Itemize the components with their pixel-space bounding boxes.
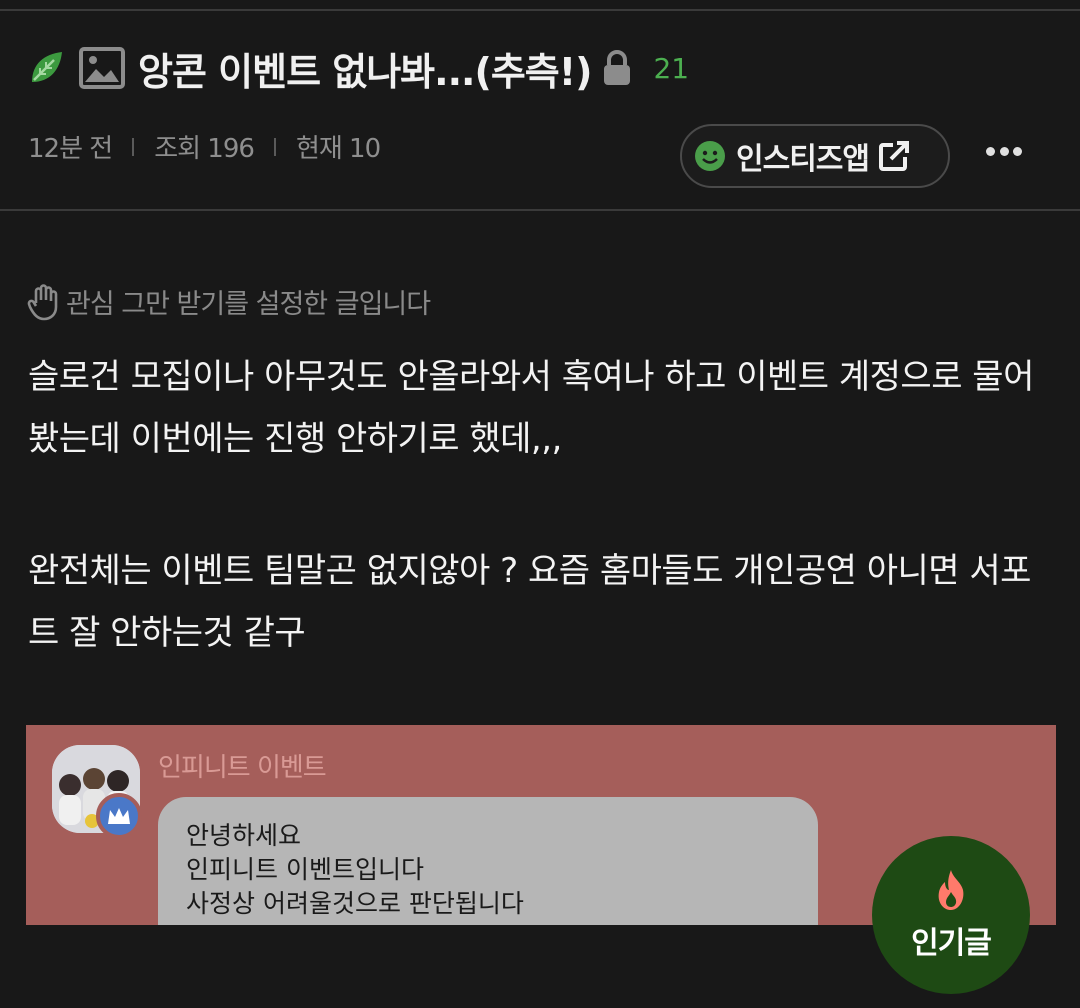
post-view: 앙콘 이벤트 없나봐...(추측!) 21 12분 전 조회 196 현재 10… bbox=[0, 0, 1080, 1008]
post-body-paragraph: 슬로건 모집이나 아무것도 안올라와서 혹여나 하고 이벤트 계정으로 물어봤는… bbox=[28, 357, 1034, 459]
mute-notice: 관심 그만 받기를 설정한 글입니다 bbox=[26, 282, 431, 321]
post-body-paragraph: 완전체는 이벤트 팀말곤 없지않아 ? 요즘 홈마들도 개인공연 아니면 서포트… bbox=[28, 551, 1031, 653]
dot-icon bbox=[999, 146, 1009, 156]
post-title: 앙콘 이벤트 없나봐...(추측!) bbox=[138, 49, 592, 94]
header-divider bbox=[0, 209, 1080, 211]
open-app-button[interactable]: 인스티즈앱 bbox=[680, 124, 950, 188]
title-row: 앙콘 이벤트 없나봐...(추측!) 21 bbox=[26, 40, 689, 96]
view-count: 조회 196 bbox=[154, 134, 255, 164]
current-viewers: 현재 10 bbox=[295, 134, 381, 164]
top-divider bbox=[0, 9, 1080, 11]
lock-icon bbox=[604, 50, 631, 85]
post-meta: 12분 전 조회 196 현재 10 bbox=[28, 128, 381, 165]
more-options-button[interactable] bbox=[980, 136, 1028, 166]
image-icon bbox=[79, 47, 125, 89]
hand-icon bbox=[27, 283, 58, 320]
leaf-icon bbox=[32, 52, 62, 82]
smile-icon bbox=[695, 141, 725, 171]
mute-notice-text: 관심 그만 받기를 설정한 글입니다 bbox=[66, 289, 431, 320]
comment-count[interactable]: 21 bbox=[653, 52, 689, 85]
fire-icon bbox=[938, 870, 964, 910]
chat-line: 인피니트 이벤트입니다 bbox=[186, 855, 424, 884]
crown-badge bbox=[96, 793, 142, 839]
meta-divider bbox=[132, 137, 135, 156]
chat-line: 사정상 어려울것으로 판단됩니다 bbox=[186, 889, 524, 918]
popular-posts-label: 인기글 bbox=[911, 926, 992, 961]
meta-divider bbox=[273, 137, 276, 156]
popular-posts-button[interactable]: 인기글 bbox=[872, 836, 1030, 994]
external-link-icon bbox=[879, 141, 909, 171]
open-app-label: 인스티즈앱 bbox=[736, 142, 870, 177]
chat-sender-name: 인피니트 이벤트 bbox=[158, 753, 327, 783]
dot-icon bbox=[986, 146, 995, 156]
dot-icon bbox=[1013, 146, 1022, 156]
post-time: 12분 전 bbox=[28, 134, 113, 164]
chat-bubble: 안녕하세요 인피니트 이벤트입니다 사정상 어려울것으로 판단됩니다 bbox=[158, 797, 818, 925]
chat-line: 안녕하세요 bbox=[186, 821, 302, 850]
crown-icon bbox=[108, 808, 130, 824]
